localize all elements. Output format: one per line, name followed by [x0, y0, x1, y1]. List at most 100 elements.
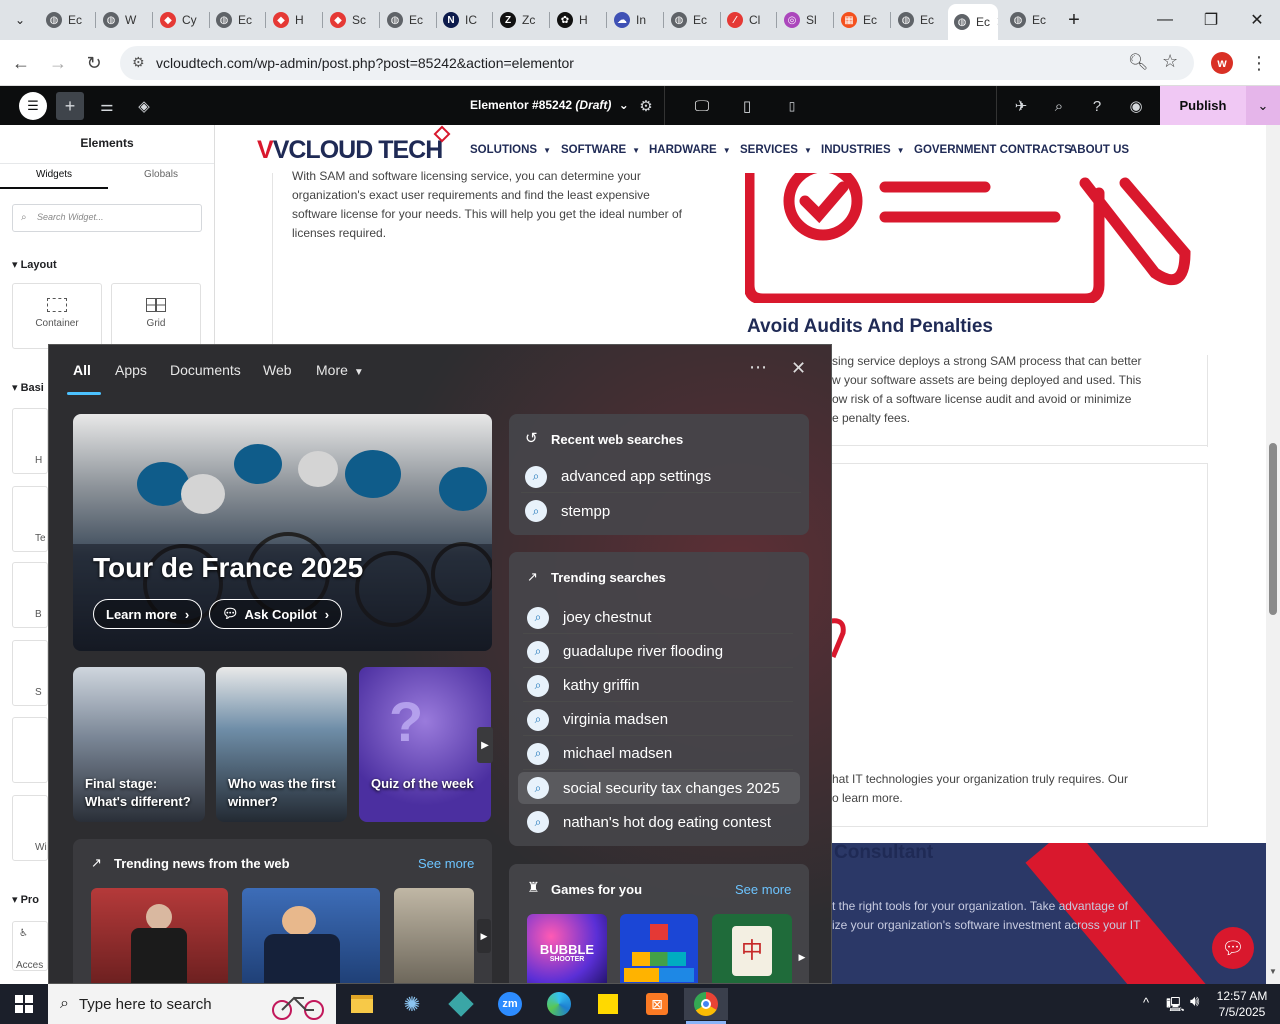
trending-search-item[interactable]: ⌕ kathy griffin [523, 670, 793, 702]
mobile-view-button[interactable]: ▯ [778, 92, 806, 120]
taskbar-app-fan[interactable]: ✺ [392, 988, 432, 1020]
chat-button[interactable]: 💬︎ [1212, 927, 1254, 969]
reload-button[interactable]: ↻ [79, 48, 109, 78]
document-title[interactable]: Elementor #85242 (Draft) ⌄ [470, 98, 629, 112]
tab-more[interactable]: More ▼ [316, 362, 364, 378]
close-window-button[interactable]: ✕ [1234, 0, 1280, 40]
start-button[interactable] [0, 984, 48, 1024]
recent-search-item[interactable]: ⌕ advanced app settings [521, 461, 801, 493]
news-tile[interactable]: Final stage: What's different? [73, 667, 205, 822]
browser-tab[interactable]: ◆ Sc [324, 6, 376, 34]
browser-tab[interactable]: Z Zc [494, 6, 546, 34]
browser-tab[interactable]: ◍ Ec [1004, 6, 1056, 34]
tab-apps[interactable]: Apps [115, 362, 147, 378]
more-options-button[interactable]: ⋯ [749, 357, 767, 378]
trending-search-item[interactable]: ⌕ virginia madsen [523, 704, 793, 736]
tab-all[interactable]: All [73, 362, 91, 378]
publish-button[interactable]: Publish [1160, 86, 1246, 125]
browser-tab[interactable]: ▦ Ec [835, 6, 887, 34]
page-settings-button[interactable]: ⚙ [632, 92, 660, 120]
search-widget-input[interactable]: ⌕ Search Widget... [12, 204, 202, 232]
tiles-next-button[interactable]: ▶ [477, 727, 493, 763]
tab-globals[interactable]: Globals [108, 169, 214, 180]
browser-tab[interactable]: ✿ H [551, 6, 603, 34]
browser-menu-button[interactable]: ⋮ [1244, 48, 1274, 78]
network-icon[interactable]: 🖳︎ [1166, 994, 1185, 1018]
preview-button[interactable]: ◉ [1122, 92, 1150, 120]
widget-partial[interactable]: Te [12, 486, 48, 552]
taskbar-sticky-notes[interactable] [588, 988, 628, 1020]
section-layout-title[interactable]: ▾ Layout [12, 258, 57, 271]
tab-search-button[interactable]: ⌄ [0, 0, 40, 40]
trending-search-item[interactable]: ⌕ social security tax changes 2025 [518, 772, 800, 804]
taskbar-app-cube[interactable] [441, 988, 481, 1020]
site-nav-item[interactable]: ABOUT US [1069, 144, 1129, 156]
tab-widgets[interactable]: Widgets [0, 169, 108, 180]
taskbar-edge[interactable] [539, 988, 579, 1020]
trending-search-item[interactable]: ⌕ joey chestnut [523, 602, 793, 634]
browser-tab[interactable]: ⁄ Cl [721, 6, 773, 34]
news-image-1[interactable] [91, 888, 228, 983]
site-logo[interactable]: VVCLOUD TECH [257, 136, 443, 165]
taskbar-search-box[interactable]: ⌕ Type here to search [48, 984, 336, 1024]
hero-card[interactable]: Tour de France 2025 Learn more › 💬︎ Ask Co… [73, 414, 492, 651]
news-next-button[interactable]: ▶ [477, 919, 491, 953]
trending-search-item[interactable]: ⌕ nathan's hot dog eating contest [523, 806, 793, 838]
ask-copilot-button[interactable]: 💬︎ Ask Copilot › [209, 599, 343, 629]
recent-search-item[interactable]: ⌕ stempp [521, 495, 801, 527]
game-blocks[interactable] [620, 914, 698, 983]
news-image-3[interactable] [394, 888, 474, 983]
game-mahjong[interactable]: 中 [712, 914, 792, 983]
widget-partial[interactable] [12, 717, 48, 783]
zoom-icon[interactable]: 🔍︎ [1128, 52, 1148, 72]
site-nav-item[interactable]: SERVICES ▼ [740, 144, 812, 156]
widget-grid[interactable]: Grid [111, 283, 201, 349]
site-settings-button[interactable]: ⚌ [93, 92, 121, 120]
browser-tab[interactable]: ◍ Ec [210, 6, 262, 34]
volume-icon[interactable]: 🔊︎ [1190, 993, 1199, 1010]
widget-partial[interactable]: H [12, 408, 48, 474]
site-nav-item[interactable]: SOFTWARE ▼ [561, 144, 640, 156]
notes-button[interactable]: ✈ [1007, 92, 1035, 120]
close-flyout-button[interactable]: ✕ [791, 358, 806, 379]
restore-button[interactable]: ❐ [1188, 0, 1234, 40]
browser-tab[interactable]: ◆ H [267, 6, 319, 34]
news-tile[interactable]: ? Quiz of the week [359, 667, 491, 822]
site-nav-item[interactable]: SOLUTIONS ▼ [470, 144, 551, 156]
trending-search-item[interactable]: ⌕ guadalupe river flooding [523, 636, 793, 668]
browser-tab[interactable]: ◍ Ec ✕ [948, 4, 998, 40]
news-tile[interactable]: Who was the first winner? [216, 667, 347, 822]
browser-tab[interactable]: ◍ Ec [665, 6, 717, 34]
game-bubble-shooter[interactable]: BUBBLE SHOOTER [527, 914, 607, 983]
taskbar-xampp[interactable]: ⊠ [637, 988, 677, 1020]
browser-tab[interactable]: ◍ Ec [381, 6, 433, 34]
page-scrollbar[interactable]: ▼ [1266, 125, 1280, 984]
browser-tab[interactable]: ◍ Ec [40, 6, 92, 34]
games-next-button[interactable]: ▶ [796, 942, 808, 972]
tray-chevron-up-icon[interactable]: ^ [1143, 995, 1149, 1010]
widget-container[interactable]: Container [12, 283, 102, 349]
learn-more-button[interactable]: Learn more › [93, 599, 203, 629]
section-pro-title[interactable]: ▾ Pro [12, 893, 39, 906]
desktop-view-button[interactable]: 🖵︎ [688, 92, 716, 120]
add-element-button[interactable]: + [56, 92, 84, 120]
address-bar[interactable]: ⚙ vcloudtech.com/wp-admin/post.php?post=… [120, 46, 1194, 80]
bookmark-star-icon[interactable]: ☆ [1162, 51, 1178, 72]
trending-search-item[interactable]: ⌕ michael madsen [523, 738, 793, 770]
games-see-more[interactable]: See more [735, 882, 791, 897]
tab-documents[interactable]: Documents [170, 362, 241, 378]
widget-partial[interactable]: S [12, 640, 48, 706]
close-tab-icon[interactable]: ✕ [996, 14, 998, 30]
scrollbar-thumb[interactable] [1269, 443, 1277, 615]
site-nav-item[interactable]: INDUSTRIES ▼ [821, 144, 905, 156]
widget-partial[interactable]: B [12, 562, 48, 628]
browser-tab[interactable]: N IC [437, 6, 489, 34]
taskbar-clock[interactable]: 12:57 AM 7/5/2025 [1212, 988, 1272, 1020]
structure-button[interactable]: ◈ [130, 92, 158, 120]
site-nav-item[interactable]: HARDWARE ▼ [649, 144, 731, 156]
taskbar-chrome[interactable] [684, 988, 728, 1020]
browser-tab[interactable]: ◆ Cy [154, 6, 206, 34]
browser-tab[interactable]: ◎ Sl [778, 6, 830, 34]
finder-button[interactable]: ⌕ [1045, 92, 1073, 120]
profile-avatar[interactable]: w [1211, 52, 1233, 74]
